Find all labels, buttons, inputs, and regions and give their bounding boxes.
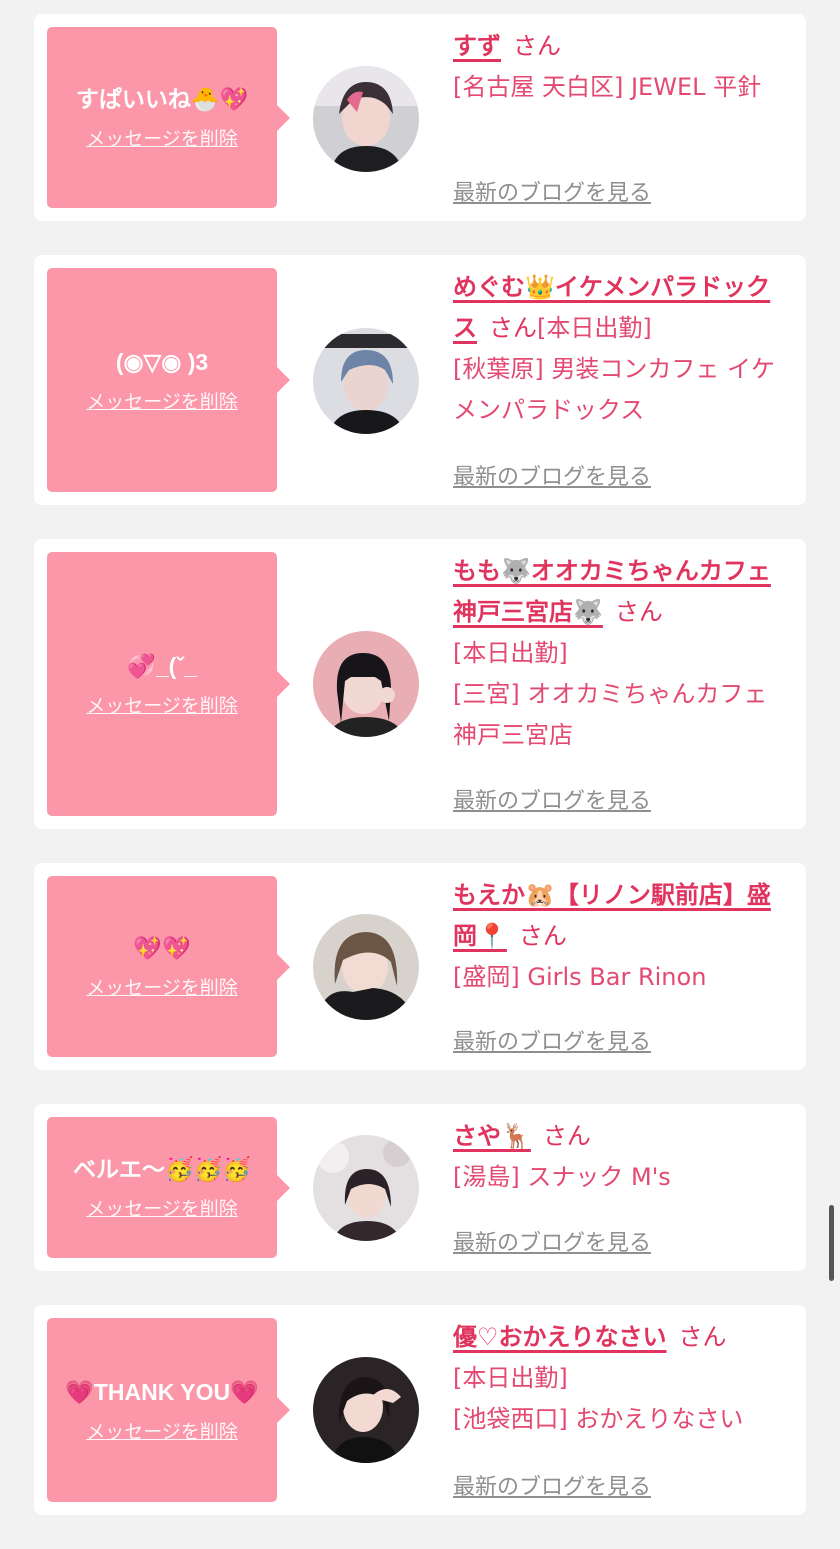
delete-message-link[interactable]: メッセージを削除 <box>86 691 238 718</box>
message-card: (◉▽◉ )3 メッセージを削除 めぐむ👑イケメンパラドックス さん[本日出勤] … <box>34 255 806 505</box>
user-info: すず さん [名古屋 天白区] JEWEL 平針 <box>453 26 788 108</box>
latest-blog-link[interactable]: 最新のブログを見る <box>453 783 651 815</box>
message-card: 💗THANK YOU💗 メッセージを削除 優♡おかえりなさい さん [本日出勤] … <box>34 1305 806 1515</box>
message-bubble: すぱいいね🐣💖 メッセージを削除 <box>47 27 290 208</box>
user-info: もえか🐹【リノン駅前店】盛岡📍 さん [盛岡] Girls Bar Rinon <box>453 875 788 998</box>
message-card: 💞_(ˇ_ メッセージを削除 もも🐺オオカミちゃんカフェ神戸三宮店🐺 さん [本日… <box>34 539 806 829</box>
user-name-link[interactable]: もえか🐹【リノン駅前店】盛岡📍 <box>453 881 771 950</box>
honorific: さん <box>518 922 567 950</box>
avatar[interactable] <box>313 631 419 737</box>
message-card: 💖💖 メッセージを削除 もえか🐹【リノン駅前店】盛岡📍 さん [盛岡] Girls… <box>34 863 806 1070</box>
honorific: さん <box>614 598 663 626</box>
status-tag: [本日出勤] <box>453 1364 568 1392</box>
delete-message-link[interactable]: メッセージを削除 <box>86 387 238 414</box>
avatar[interactable] <box>313 1135 419 1241</box>
user-info: さや🦌 さん [湯島] スナック M's <box>453 1116 788 1198</box>
honorific: さん <box>678 1323 727 1351</box>
user-info: 優♡おかえりなさい さん [本日出勤] [池袋西口] おかえりなさい <box>453 1317 788 1440</box>
avatar[interactable] <box>313 328 419 434</box>
user-info: めぐむ👑イケメンパラドックス さん[本日出勤] [秋葉原] 男装コンカフェ イケメ… <box>453 267 788 431</box>
avatar[interactable] <box>313 1357 419 1463</box>
delete-message-link[interactable]: メッセージを削除 <box>86 124 238 151</box>
delete-message-link[interactable]: メッセージを削除 <box>86 1417 238 1444</box>
message-text: 💞_(ˇ_ <box>127 652 197 679</box>
avatar-photo-icon <box>313 66 419 172</box>
message-bubble: 💖💖 メッセージを削除 <box>47 876 290 1057</box>
shop-name: [三宮] オオカミちゃんカフェ神戸三宮店 <box>453 680 768 749</box>
message-bubble: 💞_(ˇ_ メッセージを削除 <box>47 552 290 816</box>
message-bubble: (◉▽◉ )3 メッセージを削除 <box>47 268 290 492</box>
message-text: (◉▽◉ )3 <box>115 348 209 375</box>
status-tag: [本日出勤] <box>453 639 568 667</box>
avatar-photo-icon <box>313 328 419 434</box>
status-tag: [本日出勤] <box>537 314 652 342</box>
latest-blog-link[interactable]: 最新のブログを見る <box>453 1225 651 1257</box>
message-text: 💖💖 <box>133 935 191 961</box>
shop-name: [湯島] スナック M's <box>453 1163 671 1191</box>
shop-name: [池袋西口] おかえりなさい <box>453 1405 744 1433</box>
latest-blog-link[interactable]: 最新のブログを見る <box>453 1469 651 1501</box>
avatar[interactable] <box>313 914 419 1020</box>
message-text: すぱいいね🐣💖 <box>75 86 249 112</box>
delete-message-link[interactable]: メッセージを削除 <box>86 1194 238 1221</box>
avatar-photo-icon <box>313 631 419 737</box>
message-card: すぱいいね🐣💖 メッセージを削除 すず さん [名古屋 天白区] JEWEL 平針… <box>34 14 806 221</box>
latest-blog-link[interactable]: 最新のブログを見る <box>453 175 651 207</box>
avatar-photo-icon <box>313 914 419 1020</box>
latest-blog-link[interactable]: 最新のブログを見る <box>453 1024 651 1056</box>
latest-blog-link[interactable]: 最新のブログを見る <box>453 459 651 491</box>
message-text: ベルエ〜🥳🥳🥳 <box>73 1156 251 1182</box>
user-info: もも🐺オオカミちゃんカフェ神戸三宮店🐺 さん [本日出勤] [三宮] オオカミちゃ… <box>453 551 788 756</box>
delete-message-link[interactable]: メッセージを削除 <box>86 973 238 1000</box>
user-name-link[interactable]: すず <box>453 32 501 60</box>
message-text: 💗THANK YOU💗 <box>65 1378 259 1405</box>
message-bubble: ベルエ〜🥳🥳🥳 メッセージを削除 <box>47 1117 290 1258</box>
avatar-photo-icon <box>313 1357 419 1463</box>
shop-name: [名古屋 天白区] JEWEL 平針 <box>453 73 762 101</box>
user-name-link[interactable]: 優♡おかえりなさい <box>453 1323 667 1351</box>
user-name-link[interactable]: さや🦌 <box>453 1122 531 1150</box>
message-card: ベルエ〜🥳🥳🥳 メッセージを削除 さや🦌 さん [湯島] スナック M's 最新の… <box>34 1104 806 1271</box>
shop-name: [秋葉原] 男装コンカフェ イケメンパラドックス <box>453 355 775 424</box>
shop-name: [盛岡] Girls Bar Rinon <box>453 963 707 991</box>
message-bubble: 💗THANK YOU💗 メッセージを削除 <box>47 1318 290 1502</box>
scrollbar[interactable] <box>829 1205 834 1281</box>
honorific: さん <box>513 32 561 60</box>
message-list: すぱいいね🐣💖 メッセージを削除 すず さん [名古屋 天白区] JEWEL 平針… <box>34 14 806 1549</box>
honorific: さん <box>542 1122 591 1150</box>
avatar[interactable] <box>313 66 419 172</box>
avatar-photo-icon <box>313 1135 419 1241</box>
user-name-link[interactable]: もも🐺オオカミちゃんカフェ神戸三宮店🐺 <box>453 557 771 626</box>
honorific: さん <box>489 314 537 342</box>
